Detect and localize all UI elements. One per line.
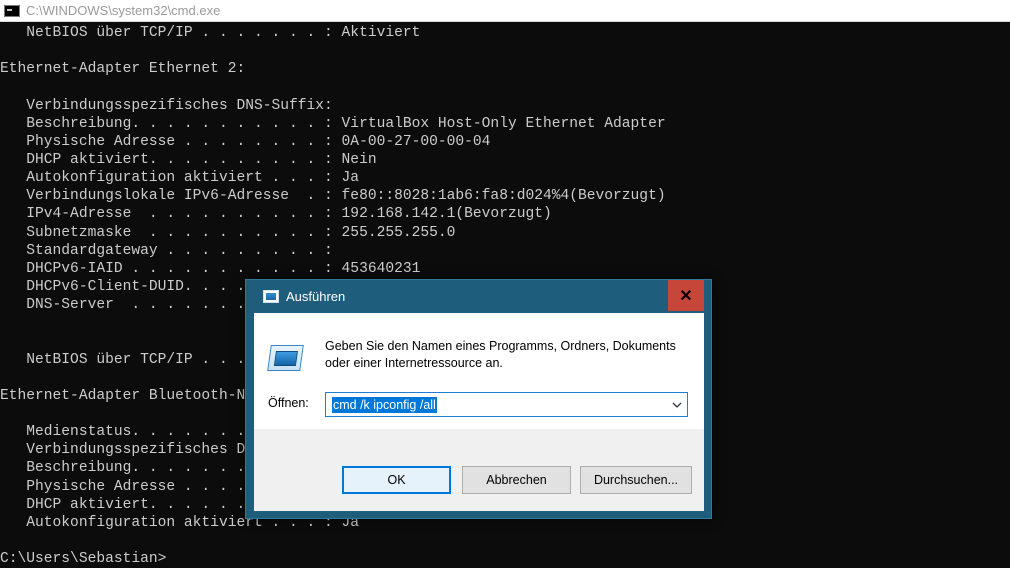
run-dialog: Ausführen ✕ Geben Sie den Namen eines Pr… bbox=[245, 279, 712, 519]
console-line: Beschreibung. . . . . . . . . . . : Virt… bbox=[0, 115, 666, 132]
run-app-icon bbox=[263, 290, 279, 303]
console-line: NetBIOS über TCP/IP . . . . . . . : Akti… bbox=[0, 25, 421, 41]
ok-button[interactable]: OK bbox=[342, 466, 451, 494]
open-combobox[interactable]: cmd /k ipconfig /all bbox=[325, 392, 688, 417]
console-line: DHCPv6-IAID . . . . . . . . . . . : 4536… bbox=[0, 260, 421, 277]
console-line: Ethernet-Adapter Ethernet 2: bbox=[0, 61, 246, 78]
run-dialog-body: Geben Sie den Namen eines Programms, Ord… bbox=[254, 313, 704, 511]
console-app-icon bbox=[4, 4, 20, 17]
run-dialog-message: Geben Sie den Namen eines Programms, Ord… bbox=[325, 339, 676, 370]
run-dialog-title: Ausführen bbox=[286, 289, 346, 304]
cancel-button[interactable]: Abbrechen bbox=[462, 466, 571, 494]
console-line: C:\Users\Sebastian> bbox=[0, 551, 167, 568]
console-line: IPv4-Adresse . . . . . . . . . . : 192.1… bbox=[0, 206, 552, 223]
console-line: Autokonfiguration aktiviert . . . : Ja bbox=[0, 170, 360, 187]
console-line: Verbindungsspezifisches DNS-Suffix: bbox=[0, 97, 333, 114]
cmd-titlebar[interactable]: C:\WINDOWS\system32\cmd.exe bbox=[0, 0, 1010, 22]
browse-button[interactable]: Durchsuchen... bbox=[580, 466, 692, 494]
close-button[interactable]: ✕ bbox=[668, 280, 704, 311]
cmd-window-title: C:\WINDOWS\system32\cmd.exe bbox=[26, 3, 221, 18]
console-line: DHCP aktiviert. . . . . . . . . . : Nein bbox=[0, 151, 377, 168]
run-app-icon bbox=[267, 345, 304, 371]
chevron-down-icon[interactable] bbox=[669, 395, 685, 414]
open-input[interactable]: cmd /k ipconfig /all bbox=[332, 397, 437, 413]
console-line: Physische Adresse . . . . . . . . : 0A-0… bbox=[0, 133, 491, 150]
console-line: Standardgateway . . . . . . . . . : bbox=[0, 242, 333, 259]
open-label: Öffnen: bbox=[268, 396, 309, 410]
console-line: Subnetzmaske . . . . . . . . . . : 255.2… bbox=[0, 224, 456, 241]
close-icon: ✕ bbox=[679, 287, 693, 305]
console-line: Verbindungslokale IPv6-Adresse . : fe80:… bbox=[0, 188, 666, 205]
